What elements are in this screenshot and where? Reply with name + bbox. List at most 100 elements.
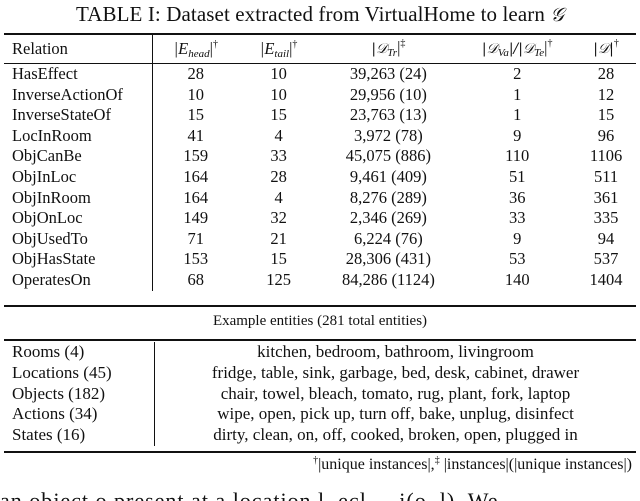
cell-d: 1404 bbox=[589, 269, 623, 289]
table-caption: TABLE I: Dataset extracted from VirtualH… bbox=[0, 0, 640, 30]
cell-d-tr: 6,224 (76) bbox=[354, 228, 423, 248]
entity-examples: kitchen, bedroom, bathroom, livingroom bbox=[257, 342, 534, 361]
cell-relation: ObjHasState bbox=[4, 249, 153, 270]
cell-d-tr: 45,075 (886) bbox=[345, 146, 432, 166]
entity-row: Objects (182) chair, towel, bleach, tomat… bbox=[4, 383, 636, 405]
cell-d-tr: 23,763 (13) bbox=[349, 105, 427, 125]
cell-e-tail: 125 bbox=[266, 269, 291, 289]
mid-rule bbox=[4, 305, 636, 307]
entity-row: Locations (45) fridge, table, sink, garba… bbox=[4, 362, 636, 384]
body-text-fragment: an object o present at a location l, ecl… bbox=[0, 488, 499, 501]
entity-row: Actions (34) wipe, open, pick up, turn of… bbox=[4, 404, 636, 426]
caption-text: TABLE I: Dataset extracted from VirtualH… bbox=[76, 2, 551, 26]
table-row: ObjHasState 153 15 28,306 (431) 53 537 bbox=[4, 249, 636, 270]
cell-e-head: 71 bbox=[187, 228, 205, 248]
cell-d-tr: 29,956 (10) bbox=[349, 84, 427, 104]
cell-e-head: 153 bbox=[183, 249, 209, 269]
cell-e-tail: 4 bbox=[274, 187, 283, 207]
cell-d: 335 bbox=[593, 208, 619, 228]
cell-e-tail: 21 bbox=[270, 228, 287, 248]
cell-d-va-te: 2 bbox=[513, 64, 522, 83]
cell-e-tail: 28 bbox=[270, 166, 287, 186]
header-e-head: |Ehead|† bbox=[173, 39, 218, 60]
cell-d-va-te: 140 bbox=[504, 269, 530, 289]
entities-table: Rooms (4) kitchen, bedroom, bathroom, liv… bbox=[4, 342, 636, 446]
cell-e-head: 164 bbox=[183, 166, 209, 186]
cell-d: 537 bbox=[593, 249, 619, 269]
table-row: HasEffect 28 10 39,263 (24) 2 28 bbox=[4, 64, 636, 85]
table-row: ObjUsedTo 71 21 6,224 (76) 9 94 bbox=[4, 228, 636, 250]
header-d-tr: |𝒟Tr|‡ bbox=[371, 38, 406, 59]
cell-e-tail: 15 bbox=[270, 105, 287, 125]
cell-d-tr: 84,286 (1124) bbox=[341, 269, 435, 289]
cell-relation: ObjCanBe bbox=[4, 146, 153, 167]
table-row: LocInRoom 41 4 3,972 (78) 9 96 bbox=[4, 125, 636, 147]
cell-d: 511 bbox=[593, 166, 619, 186]
table-row: ObjInLoc 164 28 9,461 (409) 51 511 bbox=[4, 166, 636, 188]
cell-e-head: 41 bbox=[187, 125, 205, 145]
header-d-va-te: |𝒟Va|/|𝒟Te|† bbox=[481, 38, 553, 59]
cell-d: 28 bbox=[597, 64, 615, 83]
cell-e-head: 10 bbox=[187, 84, 205, 104]
entity-examples: wipe, open, pick up, turn off, bake, unp… bbox=[217, 404, 574, 424]
entities-title: Example entities (281 total entities) bbox=[212, 313, 428, 329]
cell-e-tail: 32 bbox=[270, 208, 287, 228]
table-row: ObjInRoom 164 4 8,276 (289) 36 361 bbox=[4, 187, 636, 209]
cell-d-va-te: 110 bbox=[505, 146, 530, 166]
header-d: |𝒟|† bbox=[593, 38, 619, 58]
cell-relation: HasEffect bbox=[4, 64, 153, 85]
entity-category: Rooms (4) bbox=[4, 342, 155, 363]
cell-e-head: 28 bbox=[187, 64, 205, 83]
cell-e-tail: 33 bbox=[270, 146, 287, 166]
cell-relation: InverseStateOf bbox=[4, 105, 153, 126]
cell-e-head: 15 bbox=[187, 105, 205, 125]
cell-e-head: 164 bbox=[183, 187, 209, 207]
cell-d: 15 bbox=[597, 105, 615, 125]
cell-d: 1106 bbox=[589, 146, 623, 166]
entities-top-rule bbox=[4, 339, 636, 341]
header-row: Relation |Ehead|† |Etail|† |𝒟Tr|‡ |𝒟Va|/… bbox=[4, 34, 636, 64]
table-row: InverseActionOf 10 10 29,956 (10) 1 12 bbox=[4, 84, 636, 106]
caption-graph-symbol: 𝒢 bbox=[550, 4, 564, 26]
cell-e-head: 159 bbox=[183, 146, 209, 166]
cell-e-tail: 4 bbox=[274, 125, 283, 145]
cell-d-va-te: 53 bbox=[508, 249, 526, 269]
cell-d-va-te: 1 bbox=[513, 84, 522, 104]
cell-relation: ObjInRoom bbox=[4, 187, 153, 209]
cell-d-tr: 2,346 (269) bbox=[349, 208, 427, 228]
cell-d-va-te: 9 bbox=[513, 228, 522, 248]
entity-category: States (16) bbox=[4, 425, 155, 446]
cell-d-va-te: 9 bbox=[513, 125, 522, 145]
cell-d-tr: 8,276 (289) bbox=[349, 187, 427, 207]
table-row: OperatesOn 68 125 84,286 (1124) 140 1404 bbox=[4, 269, 636, 291]
cell-e-head: 149 bbox=[183, 208, 209, 228]
cell-d: 12 bbox=[597, 84, 615, 104]
cell-d-tr: 9,461 (409) bbox=[349, 166, 427, 186]
cell-d-tr: 39,263 (24) bbox=[349, 64, 427, 83]
table-row: InverseStateOf 15 15 23,763 (13) 1 15 bbox=[4, 105, 636, 126]
header-relation: Relation bbox=[4, 34, 153, 64]
entity-row: States (16) dirty, clean, on, off, cooked… bbox=[4, 425, 636, 446]
header-e-tail: |Etail|† bbox=[259, 39, 298, 60]
cell-relation: InverseActionOf bbox=[4, 84, 153, 106]
cell-e-head: 68 bbox=[187, 269, 205, 289]
cell-d-tr: 3,972 (78) bbox=[354, 125, 423, 145]
cell-d-va-te: 33 bbox=[508, 208, 526, 228]
entity-row: Rooms (4) kitchen, bedroom, bathroom, liv… bbox=[4, 342, 636, 363]
cell-e-tail: 10 bbox=[270, 64, 287, 83]
table-row: ObjCanBe 159 33 45,075 (886) 110 1106 bbox=[4, 146, 636, 167]
cell-relation: ObjUsedTo bbox=[4, 228, 153, 250]
entity-examples: chair, towel, bleach, tomato, rug, plant… bbox=[220, 383, 571, 403]
entity-category: Objects (182) bbox=[4, 383, 155, 405]
cell-d: 96 bbox=[597, 125, 615, 145]
cell-d-va-te: 1 bbox=[513, 105, 522, 125]
cell-relation: ObjInLoc bbox=[4, 166, 153, 188]
bottom-rule bbox=[4, 451, 636, 453]
entity-category: Locations (45) bbox=[4, 362, 155, 384]
cell-d: 94 bbox=[597, 228, 615, 248]
cell-d: 361 bbox=[593, 187, 619, 207]
entity-examples: dirty, clean, on, off, cooked, broken, o… bbox=[213, 425, 578, 445]
table-footnote: †|unique instances|,‡ |instances|(|uniqu… bbox=[313, 455, 632, 474]
cell-relation: LocInRoom bbox=[4, 125, 153, 147]
dataset-table: Relation |Ehead|† |Etail|† |𝒟Tr|‡ |𝒟Va|/… bbox=[4, 34, 636, 291]
